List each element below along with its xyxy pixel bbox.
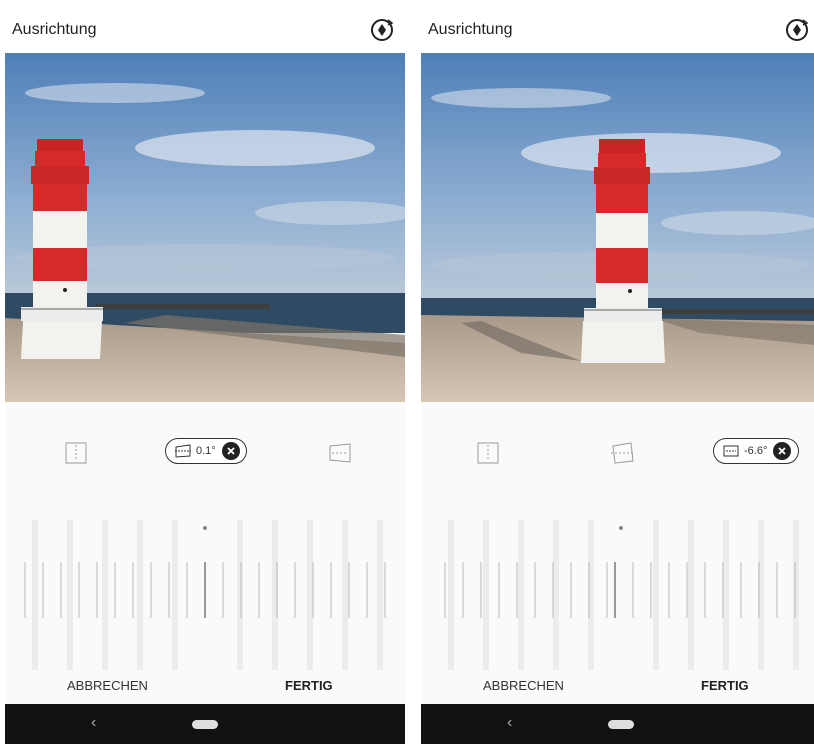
vertical-straighten-button[interactable]	[63, 440, 89, 466]
photo-preview	[5, 53, 405, 402]
home-icon[interactable]	[608, 720, 634, 729]
header: Ausrichtung	[5, 9, 405, 53]
photo-preview	[421, 53, 814, 402]
perspective-icon	[329, 443, 351, 463]
vertical-straighten-button[interactable]	[475, 440, 501, 466]
rotate-icon	[786, 19, 809, 41]
angle-value: -6.6°	[744, 445, 768, 457]
rotate-button[interactable]	[369, 17, 395, 43]
angle-slider[interactable]	[421, 510, 814, 670]
clear-adjustment-button[interactable]	[221, 442, 240, 460]
system-navbar: ‹	[5, 704, 405, 744]
cancel-button[interactable]: ABBRECHEN	[67, 678, 148, 693]
rotate-button[interactable]	[784, 17, 810, 43]
horizontal-straighten-icon	[175, 444, 191, 458]
perspective-icon	[723, 445, 739, 457]
angle-slider[interactable]	[5, 510, 405, 670]
vertical-straighten-icon	[477, 442, 499, 464]
angle-value: 0.1°	[196, 445, 216, 457]
perspective-button[interactable]	[327, 440, 353, 466]
close-icon	[227, 447, 235, 455]
perspective-active[interactable]: -6.6°	[713, 438, 799, 464]
horizontal-straighten-button[interactable]	[609, 440, 635, 466]
horizontal-straighten-active[interactable]: 0.1°	[165, 438, 247, 464]
close-icon	[778, 447, 786, 455]
back-icon[interactable]: ‹	[91, 714, 96, 732]
home-icon[interactable]	[192, 720, 218, 729]
header: Ausrichtung	[421, 9, 814, 53]
screen-left: Ausrichtung 0.1° ABBRECHEN FERTIG ‹	[5, 9, 405, 744]
rotate-icon	[371, 19, 394, 41]
horizontal-straighten-icon	[611, 442, 635, 464]
done-button[interactable]: FERTIG	[701, 678, 749, 693]
system-navbar: ‹	[421, 704, 814, 744]
done-button[interactable]: FERTIG	[285, 678, 333, 693]
screen-right: Ausrichtung -6.6° ABBRECHEN FERTIG ‹	[421, 9, 814, 744]
clear-adjustment-button[interactable]	[773, 442, 792, 460]
straighten-controls: 0.1° ABBRECHEN FERTIG	[5, 402, 405, 704]
straighten-controls: -6.6° ABBRECHEN FERTIG	[421, 402, 814, 704]
page-title: Ausrichtung	[428, 21, 513, 38]
vertical-straighten-icon	[65, 442, 87, 464]
cancel-button[interactable]: ABBRECHEN	[483, 678, 564, 693]
back-icon[interactable]: ‹	[507, 714, 512, 732]
page-title: Ausrichtung	[12, 21, 97, 38]
